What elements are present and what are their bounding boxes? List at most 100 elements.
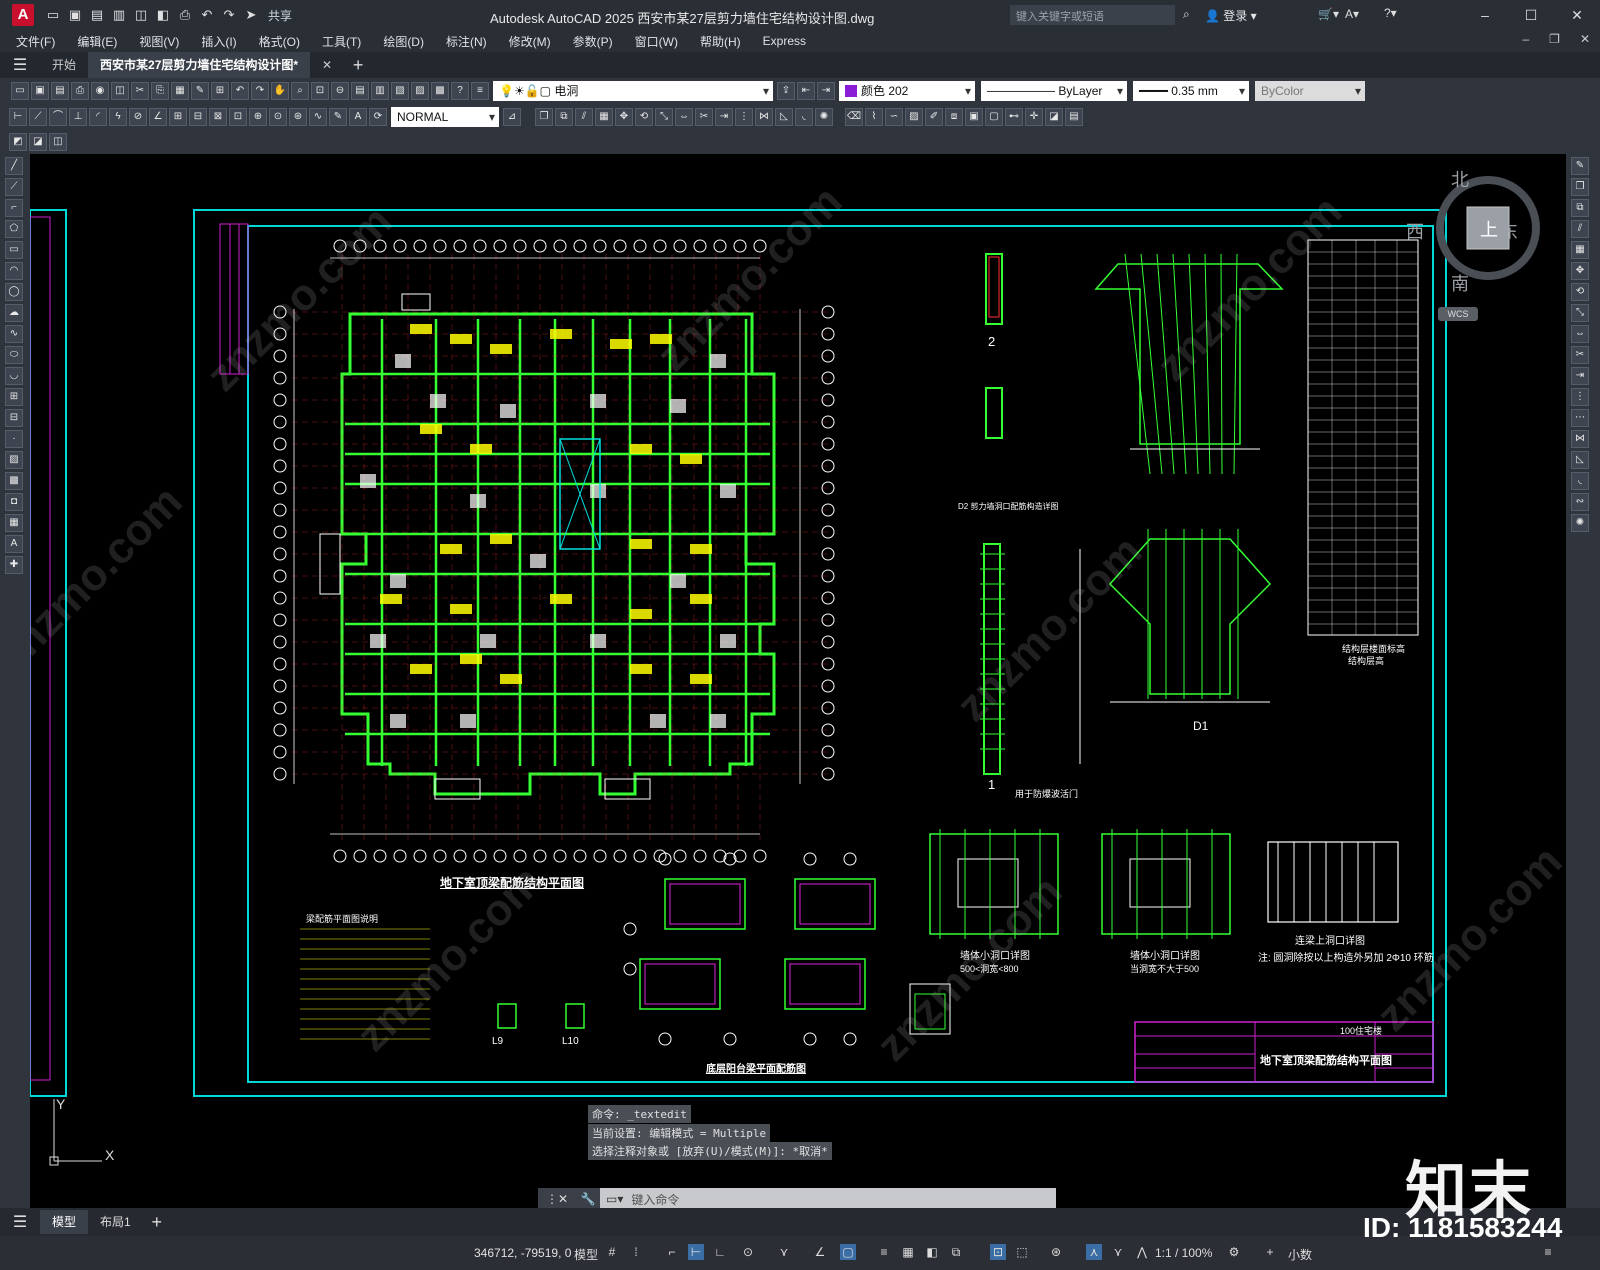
tab-start[interactable]: 开始 — [40, 52, 88, 78]
autocad-logo-icon[interactable]: A — [12, 4, 34, 26]
viewport-icon[interactable]: ◪ — [29, 133, 47, 151]
continue-dim-icon[interactable]: ⊠ — [209, 108, 227, 126]
jogged-linear-icon[interactable]: ∿ — [309, 108, 327, 126]
layer-previous-icon[interactable]: ⇤ — [797, 82, 815, 100]
plot-icon[interactable]: ⎙ — [71, 82, 89, 100]
menu-file[interactable]: 文件(F) — [16, 33, 55, 50]
paste-icon[interactable]: ▦ — [171, 82, 189, 100]
copy-tool-icon[interactable]: ❐ — [1571, 178, 1589, 196]
move-tool-icon[interactable]: ✥ — [1571, 262, 1589, 280]
revcloud-icon[interactable]: ☁ — [5, 304, 23, 322]
rotate-icon[interactable]: ⟲ — [635, 108, 653, 126]
help-icon[interactable]: ?▾ — [1384, 6, 1397, 20]
osnap-icon[interactable]: ▢ — [840, 1244, 856, 1260]
compass-east[interactable]: 东 — [1500, 218, 1518, 244]
cut-icon[interactable]: ✂ — [131, 82, 149, 100]
scale-icon[interactable]: ⤡ — [655, 108, 673, 126]
menu-insert[interactable]: 插入(I) — [201, 33, 236, 50]
lineweight-icon[interactable]: ≡ — [876, 1244, 892, 1260]
infer-icon[interactable]: ⌐ — [664, 1244, 680, 1260]
zoom-window-icon[interactable]: ⊡ — [311, 82, 329, 100]
center-mark-icon[interactable]: ⊙ — [269, 108, 287, 126]
pedit-icon[interactable]: ⌇ — [865, 108, 883, 126]
attedit-icon[interactable]: ✐ — [925, 108, 943, 126]
erase-tool-icon[interactable]: ✎ — [1571, 157, 1589, 175]
construction-line-icon[interactable]: ⟋ — [5, 178, 23, 196]
polygon-icon[interactable]: ⬠ — [5, 220, 23, 238]
menu-edit[interactable]: 编辑(E) — [77, 33, 117, 50]
chamfer-tool-icon[interactable]: ◺ — [1571, 451, 1589, 469]
properties-icon[interactable]: ▤ — [351, 82, 369, 100]
layout-menu-icon[interactable]: ☰ — [0, 1212, 40, 1232]
plotstyle-dropdown[interactable]: ByColor — [1255, 81, 1365, 101]
insert-block-icon[interactable]: ⊞ — [5, 388, 23, 406]
hamburger-menu-icon[interactable]: ☰ — [0, 55, 40, 75]
stretch-icon[interactable]: ⇔ — [675, 108, 693, 126]
layer-manager-icon[interactable]: ≡ — [471, 82, 489, 100]
compass-south[interactable]: 南 — [1451, 270, 1469, 296]
stretch-tool-icon[interactable]: ⇔ — [1571, 325, 1589, 343]
explode-icon[interactable]: ✺ — [815, 108, 833, 126]
new-file-icon[interactable]: ▭ — [44, 6, 62, 24]
layout-tool-icon[interactable]: ◩ — [9, 133, 27, 151]
annotation-monitor-icon[interactable]: + — [1262, 1244, 1278, 1260]
break-icon[interactable]: ⋮ — [735, 108, 753, 126]
match-prop-icon[interactable]: ✎ — [191, 82, 209, 100]
tab-layout1[interactable]: 布局1 — [88, 1210, 143, 1234]
make-block-icon[interactable]: ⊟ — [5, 409, 23, 427]
block-editor-icon[interactable]: ⊞ — [211, 82, 229, 100]
otrack-icon[interactable]: ∠ — [812, 1244, 828, 1260]
command-close-icon[interactable]: ⋮✕ — [538, 1188, 576, 1210]
ordinate-dim-icon[interactable]: ⊥ — [69, 108, 87, 126]
menu-tools[interactable]: 工具(T) — [322, 33, 361, 50]
new-icon[interactable]: ▭ — [11, 82, 29, 100]
viewcube-top-face[interactable]: 上 — [1480, 216, 1498, 242]
region-icon[interactable]: ◘ — [5, 493, 23, 511]
scale-tool-icon[interactable]: ⤡ — [1571, 304, 1589, 322]
fillet-tool-icon[interactable]: ◟ — [1571, 472, 1589, 490]
menu-help[interactable]: 帮助(H) — [700, 33, 741, 50]
zoom-previous-icon[interactable]: ⊖ — [331, 82, 349, 100]
menu-modify[interactable]: 修改(M) — [509, 33, 551, 50]
wcs-menu[interactable]: WCS — [1438, 307, 1478, 321]
command-input[interactable]: 键入命令 — [623, 1191, 679, 1208]
gradient-icon[interactable]: ▩ — [5, 472, 23, 490]
angular-dim-icon[interactable]: ∠ — [149, 108, 167, 126]
layer-dropdown[interactable]: 💡☀🔓▢ 电洞 — [493, 81, 773, 101]
add-layout-icon[interactable]: + — [143, 1212, 171, 1233]
fillet-icon[interactable]: ◟ — [795, 108, 813, 126]
plot-icon[interactable]: ⎙ — [176, 6, 194, 24]
copy-icon[interactable]: ⎘ — [151, 82, 169, 100]
offset-icon[interactable]: ⫽ — [575, 108, 593, 126]
explode-tool-icon[interactable]: ✺ — [1571, 514, 1589, 532]
auto-scale-icon[interactable]: ⋎ — [1110, 1244, 1126, 1260]
redo-icon[interactable]: ↷ — [220, 6, 238, 24]
annotation-scale-icon[interactable]: ⋀ — [1134, 1244, 1150, 1260]
menu-window[interactable]: 窗口(W) — [635, 33, 678, 50]
dimstyle-manager-icon[interactable]: ⊿ — [503, 108, 521, 126]
mtext-icon[interactable]: A — [5, 535, 23, 553]
save-icon[interactable]: ▤ — [88, 6, 106, 24]
customize-status-icon[interactable]: ≡ — [1540, 1244, 1556, 1260]
layer-state-icon[interactable]: ⇥ — [817, 82, 835, 100]
drawing-canvas[interactable]: Y X 地下室顶梁配筋结构平面图 底层阳台梁平面配筋图 梁配筋平面图说明 墙体小… — [30, 154, 1566, 1208]
web-open-icon[interactable]: ◫ — [132, 6, 150, 24]
login-button[interactable]: 👤 登录 ▾ — [1205, 7, 1257, 24]
array-tool-icon[interactable]: ▦ — [1571, 241, 1589, 259]
erase-icon[interactable]: ⌫ — [845, 108, 863, 126]
offset-tool-icon[interactable]: ⫽ — [1571, 220, 1589, 238]
snap-icon[interactable]: ⁞ — [628, 1244, 644, 1260]
tab-model[interactable]: 模型 — [40, 1210, 89, 1234]
copy-obj-icon[interactable]: ❐ — [535, 108, 553, 126]
undo-icon[interactable]: ↶ — [198, 6, 216, 24]
app-store-icon[interactable]: A▾ — [1345, 7, 1359, 21]
make-current-icon[interactable]: ⇪ — [777, 82, 795, 100]
join-icon[interactable]: ⋈ — [755, 108, 773, 126]
color-dropdown[interactable]: 颜色 202 — [839, 81, 975, 101]
pan-icon[interactable]: ✋ — [271, 82, 289, 100]
dim-edit-icon[interactable]: ✎ — [329, 108, 347, 126]
table-icon[interactable]: ▦ — [5, 514, 23, 532]
maximize-icon[interactable]: ☐ — [1508, 0, 1554, 30]
model-space-toggle[interactable]: 模型 — [574, 1246, 598, 1263]
tolerance-icon[interactable]: ⊕ — [249, 108, 267, 126]
